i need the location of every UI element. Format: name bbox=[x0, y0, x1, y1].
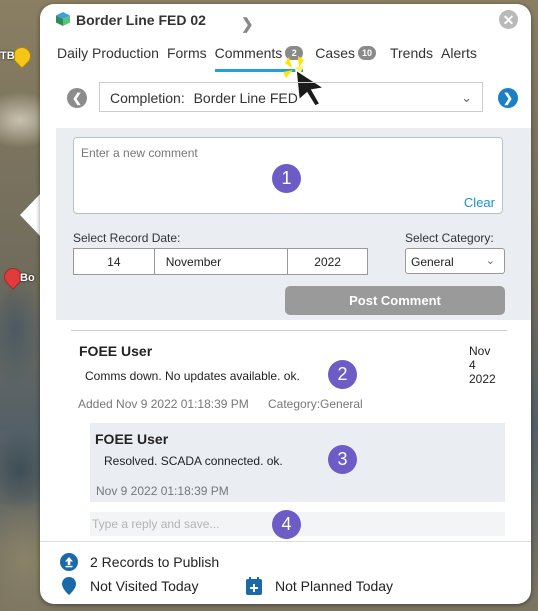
reply-text: Resolved. SCADA connected. ok. bbox=[104, 454, 283, 468]
comment-date: Nov 4 2022 bbox=[469, 344, 496, 386]
category-select[interactable]: General ⌄ bbox=[405, 248, 505, 274]
well-title: Border Line FED 02 bbox=[76, 12, 206, 28]
new-comment-form: Enter a new comment Clear 1 Select Recor… bbox=[56, 128, 531, 320]
upload-icon bbox=[60, 553, 78, 571]
record-date-picker[interactable]: 14 November 2022 bbox=[73, 248, 368, 275]
comment-user: FOEE User bbox=[79, 343, 153, 359]
close-button[interactable]: ✕ bbox=[499, 10, 518, 29]
chevron-right-icon[interactable]: ❯ bbox=[241, 15, 254, 33]
tab-label: Alerts bbox=[441, 45, 477, 61]
chevron-down-icon: ⌄ bbox=[485, 255, 495, 267]
map-pin-label: Bo bbox=[20, 272, 35, 284]
tab-label: Cases bbox=[315, 45, 355, 61]
record-date-label: Select Record Date: bbox=[73, 231, 181, 245]
reply-placeholder: Type a reply and save... bbox=[92, 517, 220, 531]
well-popup: Border Line FED 02 ❯ ✕ Daily Production … bbox=[40, 4, 531, 604]
tab-label: Daily Production bbox=[57, 45, 159, 61]
comment-placeholder: Enter a new comment bbox=[81, 146, 198, 160]
publish-status: 2 Records to Publish bbox=[60, 553, 219, 571]
planned-text: Not Planned Today bbox=[275, 578, 394, 594]
tab-comments[interactable]: Comments 2 bbox=[214, 45, 304, 72]
tab-label: Forms bbox=[166, 45, 207, 61]
completion-value: Border Line FED bbox=[193, 90, 298, 106]
previous-arrow-button[interactable]: ❮ bbox=[67, 88, 87, 108]
tab-label: Comments bbox=[214, 45, 283, 61]
tab-forms[interactable]: Forms bbox=[167, 45, 207, 67]
calendar-add-icon bbox=[245, 577, 263, 595]
year-field[interactable]: 2022 bbox=[288, 249, 367, 274]
comment-added-date: Added Nov 9 2022 01:18:39 PM bbox=[78, 397, 249, 411]
month-field[interactable]: November bbox=[155, 249, 289, 274]
visited-text: Not Visited Today bbox=[90, 578, 199, 594]
reply-user: FOEE User bbox=[95, 431, 169, 447]
completion-label: Completion: bbox=[110, 90, 185, 106]
popup-header: Border Line FED 02 ❯ ✕ bbox=[40, 4, 531, 38]
day-field[interactable]: 14 bbox=[74, 249, 155, 274]
location-pin-icon bbox=[60, 577, 78, 595]
reply-date: Nov 9 2022 01:18:39 PM bbox=[96, 484, 229, 498]
tab-daily-production[interactable]: Daily Production bbox=[57, 45, 159, 67]
status-footer: 2 Records to Publish Not Visited Today N… bbox=[40, 541, 531, 604]
step-marker: 1 bbox=[272, 164, 301, 193]
category-label: Select Category: bbox=[405, 231, 494, 245]
planned-status: Not Planned Today bbox=[245, 577, 393, 595]
post-comment-button[interactable]: Post Comment bbox=[285, 286, 505, 315]
category-value: General bbox=[411, 255, 454, 269]
publish-text: 2 Records to Publish bbox=[90, 554, 220, 570]
reply-item: FOEE User Resolved. SCADA connected. ok.… bbox=[90, 423, 505, 502]
step-marker: 4 bbox=[272, 510, 301, 539]
cases-count-badge: 10 bbox=[357, 46, 376, 60]
map-pin-label: TB bbox=[0, 50, 15, 62]
tab-alerts[interactable]: Alerts bbox=[441, 45, 477, 67]
comments-count-badge: 2 bbox=[285, 46, 304, 60]
divider bbox=[71, 330, 507, 331]
popup-pointer bbox=[20, 192, 42, 238]
tab-trends[interactable]: Trends bbox=[390, 45, 433, 67]
tab-cases[interactable]: Cases 10 bbox=[315, 45, 376, 67]
app-logo-icon bbox=[56, 12, 70, 26]
step-marker: 3 bbox=[328, 445, 357, 474]
clear-link[interactable]: Clear bbox=[464, 195, 495, 210]
tab-bar: Daily Production Forms Comments 2 Cases … bbox=[57, 45, 485, 72]
chevron-down-icon: ⌄ bbox=[461, 90, 472, 105]
completion-select[interactable]: Completion: Border Line FED ⌄ bbox=[99, 82, 483, 112]
comment-text: Comms down. No updates available. ok. bbox=[85, 369, 300, 383]
comment-list: FOEE User Nov 4 2022 Comms down. No upda… bbox=[56, 320, 531, 543]
tab-label: Trends bbox=[389, 45, 434, 61]
next-arrow-button[interactable]: ❯ bbox=[498, 88, 518, 108]
step-marker: 2 bbox=[328, 360, 357, 389]
comment-category: Category:General bbox=[268, 397, 363, 411]
visited-status: Not Visited Today bbox=[60, 577, 198, 595]
